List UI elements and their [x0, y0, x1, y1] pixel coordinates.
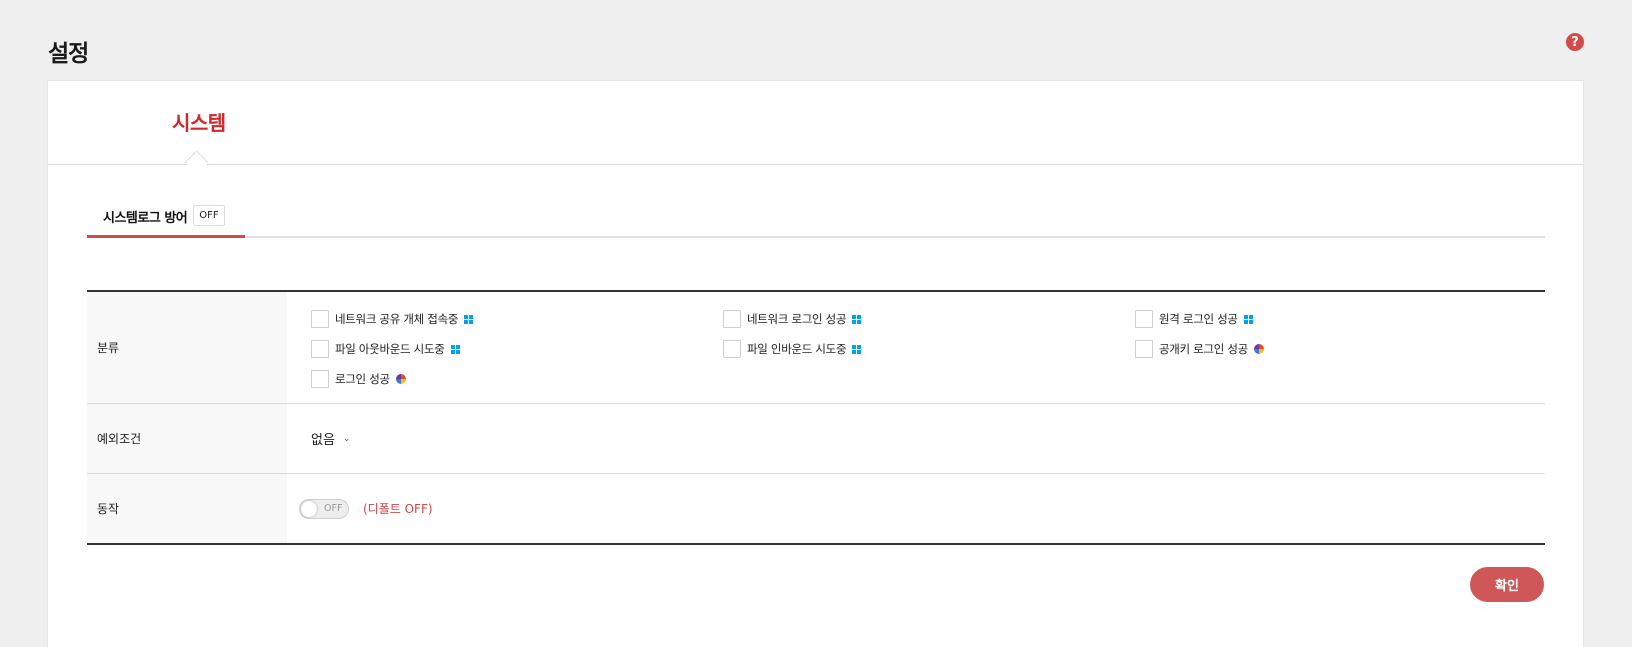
checkbox-label: 네트워크 공유 개체 접속중: [335, 312, 459, 326]
subtab-syslog-defense[interactable]: 시스템로그 방어 OFF: [87, 202, 245, 238]
toggle-knob: [301, 500, 317, 517]
exception-select[interactable]: 없음 ⌄: [287, 404, 1545, 473]
checkbox[interactable]: [1135, 310, 1153, 328]
checkbox-item[interactable]: 원격 로그인 성공: [1135, 310, 1535, 328]
checkbox-label: 로그인 성공: [335, 372, 390, 386]
checkbox-item[interactable]: 로그인 성공: [311, 370, 723, 388]
section-tab-header: 시스템: [48, 81, 1583, 175]
checkbox-item[interactable]: 파일 인바운드 시도중: [723, 340, 1135, 358]
category-row: 분류 네트워크 공유 개체 접속중 네트워크 로그인 성공 원격 로그인 성공: [87, 292, 1545, 404]
windows-icon: [852, 314, 862, 324]
action-toggle[interactable]: OFF: [299, 498, 349, 519]
action-row: 동작 OFF (디폴트 OFF): [87, 474, 1545, 543]
checkbox[interactable]: [1135, 340, 1153, 358]
windows-icon: [1243, 314, 1253, 324]
checkbox-item[interactable]: 파일 아웃바운드 시도중: [311, 340, 723, 358]
checkbox[interactable]: [311, 340, 329, 358]
linux-icon: [395, 374, 406, 384]
windows-icon: [852, 344, 862, 354]
chevron-down-icon: ⌄: [342, 433, 351, 444]
action-label: 동작: [87, 474, 287, 543]
category-checkbox-grid: 네트워크 공유 개체 접속중 네트워크 로그인 성공 원격 로그인 성공 파일 …: [287, 292, 1545, 388]
checkbox-label: 파일 아웃바운드 시도중: [335, 342, 445, 356]
checkbox-label: 파일 인바운드 시도중: [747, 342, 847, 356]
status-badge: OFF: [193, 205, 225, 226]
page-title: 설정: [48, 41, 89, 67]
exception-row: 예외조건 없음 ⌄: [87, 404, 1545, 474]
confirm-button[interactable]: 확인: [1470, 567, 1544, 602]
checkbox-label: 공개키 로그인 성공: [1159, 342, 1248, 356]
help-icon[interactable]: ?: [1566, 33, 1584, 51]
checkbox[interactable]: [311, 370, 329, 388]
toggle-state: OFF: [324, 502, 343, 514]
exception-value: 없음: [311, 433, 335, 448]
checkbox[interactable]: [311, 310, 329, 328]
exception-label: 예외조건: [87, 404, 287, 473]
tab-pointer: [184, 150, 209, 175]
checkbox-item[interactable]: 공개키 로그인 성공: [1135, 340, 1535, 358]
tab-system[interactable]: 시스템: [172, 107, 226, 136]
subtab-bar: 시스템로그 방어 OFF: [87, 202, 1545, 238]
category-label: 분류: [87, 292, 287, 403]
default-note: (디폴트 OFF): [363, 502, 433, 516]
checkbox-label: 네트워크 로그인 성공: [747, 312, 847, 326]
subtab-label: 시스템로그 방어: [103, 211, 188, 226]
checkbox-item[interactable]: 네트워크 공유 개체 접속중: [311, 310, 723, 328]
checkbox-item[interactable]: 네트워크 로그인 성공: [723, 310, 1135, 328]
checkbox[interactable]: [723, 340, 741, 358]
checkbox-label: 원격 로그인 성공: [1159, 312, 1238, 326]
linux-icon: [1253, 344, 1264, 354]
windows-icon: [450, 344, 460, 354]
windows-icon: [464, 314, 474, 324]
settings-form-table: 분류 네트워크 공유 개체 접속중 네트워크 로그인 성공 원격 로그인 성공: [87, 290, 1545, 545]
checkbox[interactable]: [723, 310, 741, 328]
